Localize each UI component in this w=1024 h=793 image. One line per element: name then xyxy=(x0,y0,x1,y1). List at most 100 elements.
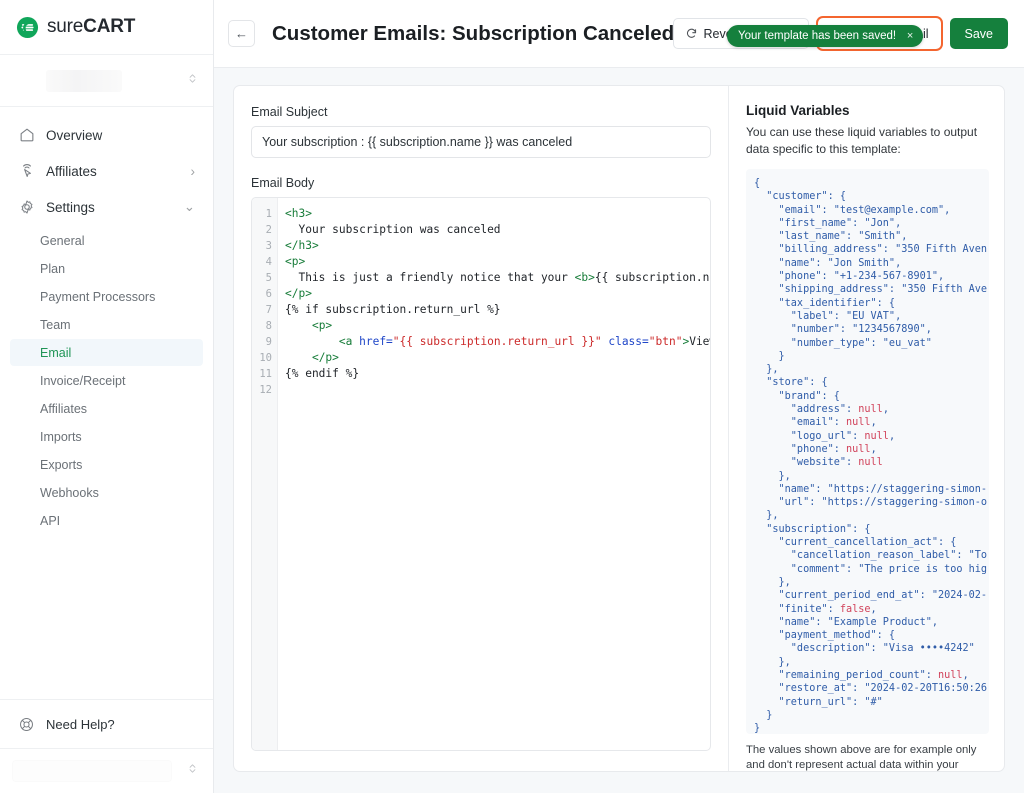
json-line: "current_period_end_at": "2024-02- xyxy=(754,590,988,602)
json-line: "logo_url": null, xyxy=(754,430,896,442)
email-subject-input[interactable]: Your subscription : {{ subscription.name… xyxy=(251,126,711,158)
sidebar-subitem-general[interactable]: General xyxy=(10,227,203,254)
sidebar-subitem-label: Plan xyxy=(40,261,66,276)
line-number: 6 xyxy=(265,288,272,300)
sidebar-item-settings[interactable]: Settings ⌄ xyxy=(10,191,203,223)
liquid-variables-panel: Liquid Variables You can use these liqui… xyxy=(728,86,1004,771)
json-line: "url": "https://staggering-simon-o xyxy=(754,497,988,509)
home-icon xyxy=(18,126,36,144)
store-selector[interactable] xyxy=(0,55,213,107)
code-token: "{{ subscription.return_url }}" xyxy=(392,335,602,348)
code-editor[interactable]: 1 2 3 4 5 6 7 8 9 10 11 12 <h3> Your subscription w… xyxy=(251,197,711,751)
json-line: "name": "Example Product", xyxy=(754,616,939,628)
code-editor-content[interactable]: <h3> Your subscription was canceled </h3>… xyxy=(278,198,710,750)
need-help-button[interactable]: Need Help? xyxy=(0,699,213,748)
sidebar-subitem-label: Email xyxy=(40,345,72,360)
sidebar-subitem-plan[interactable]: Plan xyxy=(10,255,203,282)
json-line: "current_cancellation_act": { xyxy=(754,537,957,549)
store-name-skeleton xyxy=(46,69,122,92)
sidebar-subitem-label: General xyxy=(40,233,85,248)
line-number: 4 xyxy=(265,256,272,268)
need-help-label: Need Help? xyxy=(46,716,115,732)
sidebar-subitem-webhooks[interactable]: Webhooks xyxy=(10,479,203,506)
toast-close-icon[interactable]: × xyxy=(904,30,916,42)
json-line: "brand": { xyxy=(754,390,840,402)
save-label: Save xyxy=(964,26,994,41)
sidebar-subitem-label: Exports xyxy=(40,457,83,472)
json-line: "remaining_period_count": null, xyxy=(754,669,969,681)
sidebar-subitem-label: API xyxy=(40,513,61,528)
sidebar-subitem-payment-processors[interactable]: Payment Processors xyxy=(10,283,203,310)
json-line: "description": "Visa ••••4242" xyxy=(754,643,975,655)
topbar: ← Customer Emails: Subscription Canceled… xyxy=(214,0,1024,68)
refresh-icon xyxy=(685,27,698,40)
json-line: "comment": "The price is too hig xyxy=(754,563,988,575)
save-button[interactable]: Save xyxy=(949,18,1008,49)
json-line: "phone": null, xyxy=(754,443,877,455)
json-line: } xyxy=(754,350,785,362)
code-token: <h3> xyxy=(285,207,312,220)
json-line: "cancellation_reason_label": "To xyxy=(754,550,988,562)
line-number: 9 xyxy=(265,336,272,348)
bottom-selector[interactable] xyxy=(0,748,213,793)
sidebar-subitem-affiliates[interactable]: Affiliates xyxy=(10,395,203,422)
liquid-variables-title: Liquid Variables xyxy=(746,103,850,118)
chevron-up-down-icon xyxy=(186,762,199,780)
json-line: "billing_address": "350 Fifth Aven xyxy=(754,244,988,256)
sidebar-subitem-exports[interactable]: Exports xyxy=(10,451,203,478)
code-token: {{ subscription.name }} xyxy=(594,271,710,284)
code-line: </p> xyxy=(285,350,710,366)
json-line: "name": "Jon Smith", xyxy=(754,257,902,269)
code-line: Your subscription was canceled xyxy=(285,222,710,238)
line-number: 5 xyxy=(265,272,272,284)
code-line: <a href="{{ subscription.return_url }}" … xyxy=(285,334,710,350)
code-token: "btn" xyxy=(648,335,683,348)
sidebar-subitem-api[interactable]: API xyxy=(10,507,203,534)
json-line: "shipping_address": "350 Fifth Ave xyxy=(754,284,988,296)
sidebar-subnav: General Plan Payment Processors Team Email In… xyxy=(10,227,203,534)
json-line: "finite": false, xyxy=(754,603,877,615)
sidebar-subitem-email[interactable]: Email xyxy=(10,339,203,366)
json-line: }, xyxy=(754,656,791,668)
sidebar-subitem-team[interactable]: Team xyxy=(10,311,203,338)
code-token: This is just a friendly notice that your xyxy=(285,271,575,284)
sidebar-subitem-label: Invoice/Receipt xyxy=(40,373,126,388)
json-line: "restore_at": "2024-02-20T16:50:26 xyxy=(754,683,988,695)
sidebar-item-overview[interactable]: Overview xyxy=(10,119,203,151)
gear-icon xyxy=(18,198,36,216)
line-number: 2 xyxy=(265,224,272,236)
sidebar-item-affiliates[interactable]: Affiliates › xyxy=(10,155,203,187)
json-line: { xyxy=(754,178,761,189)
brand-name-light: sure xyxy=(47,16,84,37)
liquid-variables-description: You can use these liquid variables to ou… xyxy=(746,125,978,156)
affiliates-cursor-icon xyxy=(18,162,36,180)
json-line: }, xyxy=(754,470,791,482)
line-number: 8 xyxy=(265,320,272,332)
code-token: </p> xyxy=(311,351,339,364)
brand-name: sureCART xyxy=(47,16,135,38)
chevron-up-down-icon xyxy=(186,72,199,90)
email-subject-value: Your subscription : {{ subscription.name… xyxy=(262,135,573,149)
code-gutter-line-numbers: 1 2 3 4 5 6 7 8 9 10 11 12 xyxy=(252,198,278,750)
code-token: </h3> xyxy=(285,239,319,252)
chevron-right-icon: › xyxy=(190,163,196,179)
code-token: View Subscri xyxy=(689,335,710,348)
sidebar-subitem-invoice-receipt[interactable]: Invoice/Receipt xyxy=(10,367,203,394)
json-line: }, xyxy=(754,576,791,588)
back-button[interactable]: ← xyxy=(228,20,255,47)
json-line: "phone": "+1-234-567-8901", xyxy=(754,271,945,283)
code-line: <p> xyxy=(285,254,710,270)
json-line: "customer": { xyxy=(754,191,847,203)
liquid-variables-note: The values shown above are for example o… xyxy=(746,744,977,771)
code-token: <p> xyxy=(285,255,306,268)
json-line: "label": "EU VAT", xyxy=(754,310,902,322)
sidebar-subitem-label: Affiliates xyxy=(40,401,88,416)
code-line: <p> xyxy=(285,318,710,334)
json-line: "payment_method": { xyxy=(754,630,896,642)
json-line: "name": "https://staggering-simon- xyxy=(754,483,988,495)
sidebar-subitem-imports[interactable]: Imports xyxy=(10,423,203,450)
code-token: <p> xyxy=(311,319,333,332)
